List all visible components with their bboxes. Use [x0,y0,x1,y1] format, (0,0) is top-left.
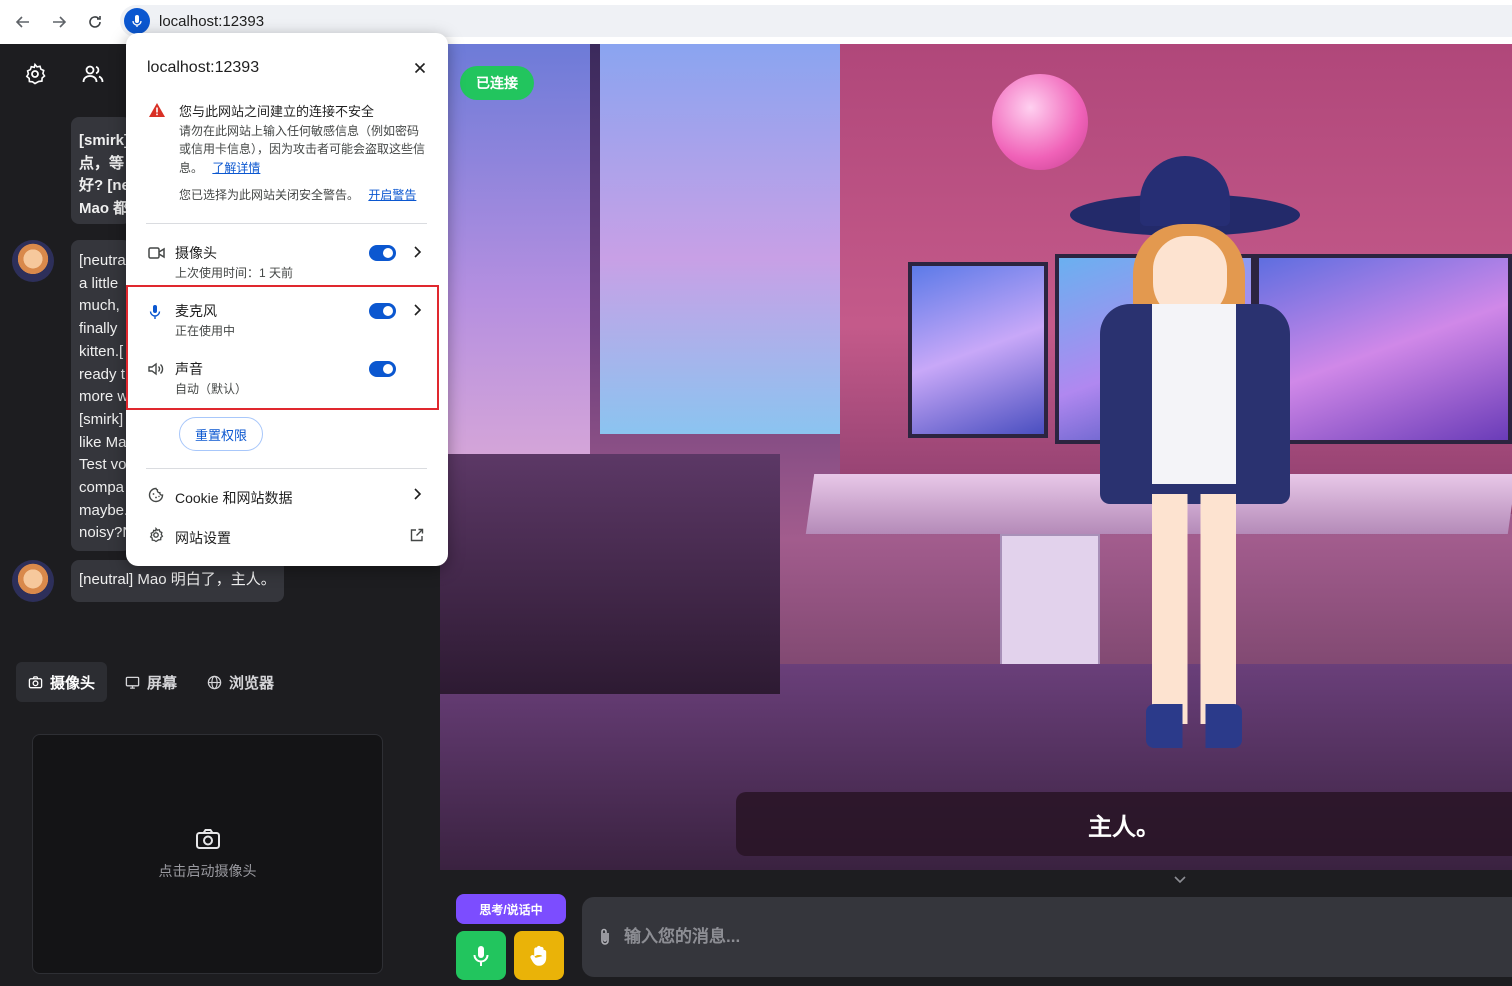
interrupt-button[interactable] [514,931,564,980]
avatar [12,240,54,282]
site-info-popup: localhost:12393 您与此网站之间建立的连接不安全 请勿在此网站上输… [126,33,448,566]
monitor-left [908,262,1048,438]
room-window [600,44,840,434]
tab-browser[interactable]: 浏览器 [195,662,286,702]
row-label: 网站设置 [175,530,231,546]
popup-title: localhost:12393 [147,59,260,76]
message-input[interactable] [624,927,1224,947]
users-icon[interactable] [81,62,105,86]
cookie-settings-row[interactable]: Cookie 和网站数据 [126,485,448,509]
site-settings-row[interactable]: 网站设置 [126,525,448,549]
ai-state-badge: 思考/说话中 [456,894,566,924]
permission-detail: 上次使用时间：1 天前 [175,266,294,280]
microphone-icon[interactable] [124,8,150,34]
chat-message: [smirk] 点，等 好? [ne Mao 都 [12,117,131,224]
camera-icon [195,829,220,849]
chat-message: [neutral] Mao 明白了，主人。 [12,560,284,602]
camera-icon [148,247,165,259]
external-link-icon [410,528,424,542]
character-legs [1152,494,1236,724]
warning-note-text: 您已选择为此网站关闭安全警告。 [179,188,360,202]
message-bubble: [neutral] Mao 明白了，主人。 [71,560,284,602]
monitor-right [1255,254,1512,444]
message-bubble: [neutra a little much, finally kitten.[ … [71,240,131,551]
character-shirt [1152,304,1236,484]
media-tabs: 摄像头 屏幕 浏览器 [16,662,292,702]
left-desk [440,454,780,694]
warning-icon [149,103,165,117]
tab-label: 浏览器 [229,674,275,692]
chevron-down-icon[interactable] [1172,874,1188,886]
reload-icon[interactable] [84,11,106,33]
warning-body: 请勿在此网站上输入任何敏感信息（例如密码或信用卡信息），因为攻击者可能会盗取这些… [179,122,427,177]
arrow-left-icon[interactable] [12,11,34,33]
paperclip-icon[interactable] [598,927,612,947]
microphone-icon [473,945,489,966]
hand-icon [530,945,547,966]
chevron-right-icon[interactable] [412,245,422,259]
camera-icon [28,675,43,688]
camera-preview[interactable]: 点击启动摄像头 [32,734,383,974]
lamp-globe [992,74,1088,170]
message-input-area[interactable] [582,897,1512,977]
room-window [440,44,590,464]
gear-icon[interactable] [23,62,47,86]
warning-title: 您与此网站之间建立的连接不安全 [179,104,375,119]
divider [146,223,427,224]
highlight-box [126,285,439,410]
permission-camera[interactable]: 摄像头 上次使用时间：1 天前 [126,243,448,287]
divider [146,468,427,469]
warning-note: 您已选择为此网站关闭安全警告。 开启警告 [179,186,416,203]
cookie-icon [148,487,164,503]
microphone-button[interactable] [456,931,506,980]
camera-start-area[interactable]: 点击启动摄像头 [33,827,382,881]
arrow-right-icon[interactable] [48,11,70,33]
enable-warning-link[interactable]: 开启警告 [368,188,416,202]
permission-name: 摄像头 [175,245,217,261]
gear-icon [149,527,164,543]
message-bubble: [smirk] 点，等 好? [ne Mao 都 [71,117,131,224]
app-root: localhost:12393 [smirk] 点，等 好? [ne Mao 都… [0,0,1512,986]
avatar-placeholder [12,117,54,224]
chat-message: [neutra a little much, finally kitten.[ … [12,240,131,551]
row-label: Cookie 和网站数据 [175,490,293,506]
tab-label: 摄像头 [50,674,96,692]
character-shoes [1146,704,1242,748]
camera-hint: 点击启动摄像头 [158,863,257,879]
reset-permissions-button[interactable]: 重置权限 [179,417,263,451]
avatar [12,560,54,602]
url-text[interactable]: localhost:12393 [159,13,264,30]
live2d-stage[interactable]: 已连接 主人。 [440,44,1512,870]
tab-camera[interactable]: 摄像头 [16,662,108,702]
tab-screen[interactable]: 屏幕 [113,662,189,702]
subtitle-text: 主人。 [736,792,1512,856]
input-bar: 思考/说话中 [440,870,1512,986]
monitor-icon [125,676,140,689]
learn-more-link[interactable]: 了解详情 [212,161,260,175]
tab-label: 屏幕 [147,674,178,692]
close-icon[interactable] [412,60,428,76]
connection-status-badge: 已连接 [460,66,534,100]
globe-icon [207,675,222,689]
camera-toggle[interactable] [369,245,396,261]
chevron-right-icon [414,488,422,500]
